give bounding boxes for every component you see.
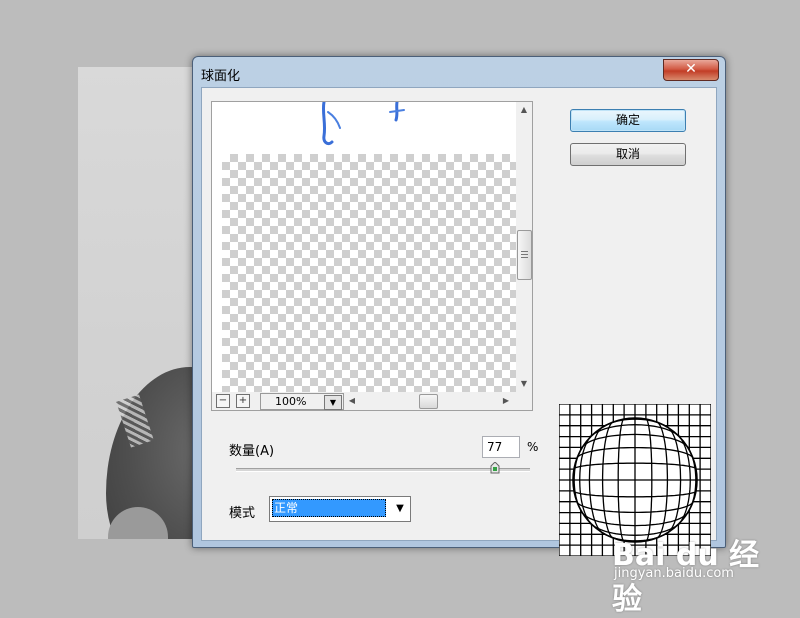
preview-bottom-bar: − + 100% ▼ ◀ ▶ bbox=[212, 392, 532, 410]
amount-value: 77 bbox=[487, 440, 503, 454]
zoom-in-button[interactable]: + bbox=[236, 394, 250, 408]
close-icon: ✕ bbox=[685, 61, 697, 77]
chevron-down-icon[interactable]: ▼ bbox=[390, 497, 410, 521]
spherize-dialog: 球面化 ✕ ▲ ▼ − + 100% ▼ ◀ ▶ 确定 取消 数量(A) 77 … bbox=[192, 56, 726, 556]
amount-label: 数量(A) bbox=[229, 444, 275, 459]
grip-line bbox=[521, 254, 528, 255]
amount-unit: % bbox=[527, 440, 539, 454]
cancel-button[interactable]: 取消 bbox=[570, 143, 686, 166]
dialog-title: 球面化 bbox=[201, 69, 241, 84]
transparency-checkerboard bbox=[222, 154, 516, 392]
vertical-scroll-thumb[interactable] bbox=[517, 230, 532, 280]
cancel-button-label: 取消 bbox=[615, 147, 640, 161]
scroll-up-icon[interactable]: ▲ bbox=[516, 102, 532, 118]
zoom-value: 100% bbox=[275, 395, 307, 408]
scroll-left-icon[interactable]: ◀ bbox=[346, 393, 358, 409]
baidu-watermark: Bai du 经验 jingyan.baidu.com bbox=[612, 530, 762, 617]
ok-button[interactable]: 确定 bbox=[570, 109, 686, 132]
amount-input[interactable]: 77 bbox=[482, 436, 520, 458]
preview-image[interactable] bbox=[212, 102, 516, 392]
dialog-client: ▲ ▼ − + 100% ▼ ◀ ▶ 确定 取消 数量(A) 77 % 模式 正… bbox=[201, 87, 717, 556]
plus-icon: + bbox=[238, 395, 248, 406]
zoom-out-button[interactable]: − bbox=[216, 394, 230, 408]
dialog-titlebar[interactable]: 球面化 ✕ bbox=[193, 57, 725, 87]
mode-select[interactable]: 正常 ▼ bbox=[269, 496, 411, 522]
grip-line bbox=[521, 257, 528, 258]
zoom-select[interactable]: 100% ▼ bbox=[260, 393, 344, 410]
scroll-down-icon[interactable]: ▼ bbox=[516, 376, 532, 392]
scroll-right-icon[interactable]: ▶ bbox=[500, 393, 512, 409]
watermark-url: jingyan.baidu.com bbox=[614, 566, 734, 581]
amount-slider-thumb[interactable] bbox=[490, 462, 500, 474]
minus-icon: − bbox=[218, 395, 228, 406]
grip-line bbox=[521, 251, 528, 252]
ok-button-label: 确定 bbox=[615, 113, 640, 127]
preview-blue-strokes bbox=[321, 102, 405, 146]
horizontal-scroll-thumb[interactable] bbox=[419, 394, 438, 409]
mode-label: 模式 bbox=[229, 506, 256, 521]
amount-slider-track[interactable] bbox=[236, 468, 530, 472]
preview-panel: ▲ ▼ − + 100% ▼ ◀ ▶ bbox=[211, 101, 533, 411]
mode-value: 正常 bbox=[272, 499, 386, 517]
preview-vertical-scrollbar[interactable]: ▲ ▼ bbox=[516, 102, 532, 392]
close-button[interactable]: ✕ bbox=[663, 59, 719, 81]
chevron-down-icon[interactable]: ▼ bbox=[324, 395, 342, 410]
